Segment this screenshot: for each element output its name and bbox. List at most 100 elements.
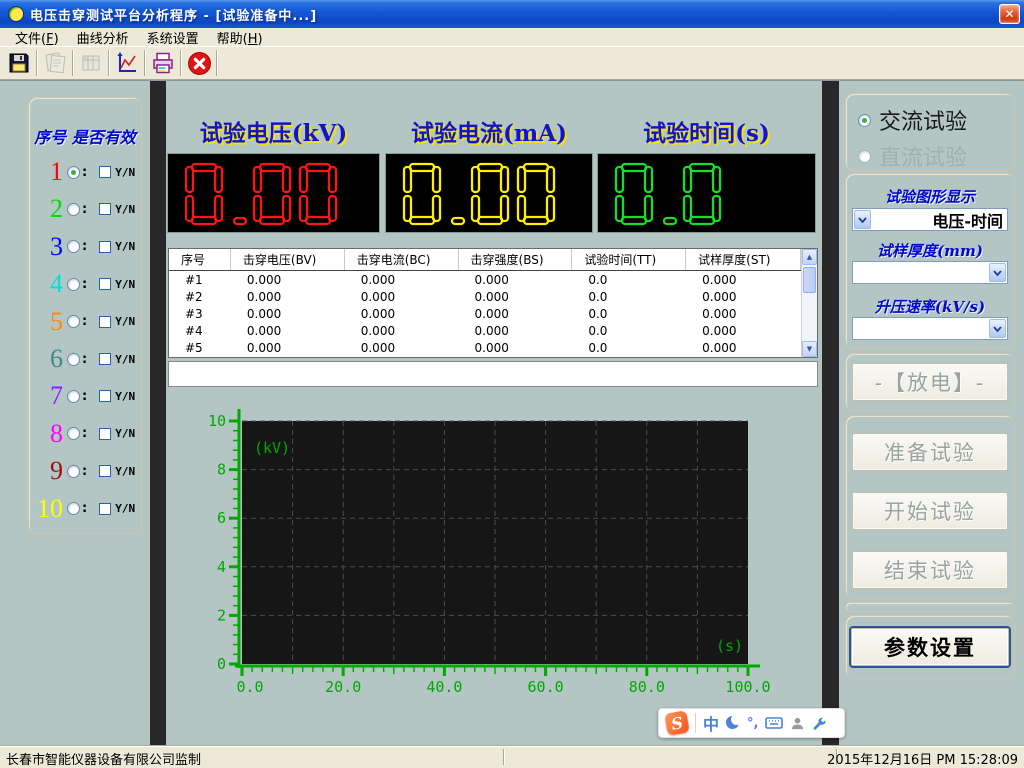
- valid-checkbox-8[interactable]: [99, 428, 111, 440]
- table-cell: 0.000: [231, 307, 345, 321]
- table-cell: #3: [169, 307, 231, 321]
- sequence-radio-5[interactable]: [67, 315, 80, 328]
- valid-checkbox-6[interactable]: [99, 353, 111, 365]
- discharge-group: -【放电】-: [845, 353, 1015, 411]
- table-cell: 0.000: [345, 341, 459, 355]
- colon-label: :: [82, 314, 87, 329]
- ime-toolbar: S 中 °,: [658, 708, 845, 738]
- sequence-radio-7[interactable]: [67, 390, 80, 403]
- yn-label: Y/N: [115, 315, 135, 328]
- scrollbar-thumb[interactable]: [803, 267, 816, 293]
- valid-checkbox-3[interactable]: [99, 241, 111, 253]
- sequence-radio-8[interactable]: [67, 427, 80, 440]
- sequence-radio-2[interactable]: [67, 203, 80, 216]
- colon-label: :: [82, 464, 87, 479]
- stop-icon: [187, 51, 212, 76]
- window-title: 电压击穿测试平台分析程序 - [试验准备中...]: [30, 5, 317, 24]
- param-settings-button[interactable]: 参数设置: [851, 628, 1009, 666]
- sequence-radio-1[interactable]: [67, 166, 80, 179]
- yn-label: Y/N: [115, 278, 135, 291]
- ime-punctuation[interactable]: °,: [747, 716, 758, 731]
- valid-checkbox-10[interactable]: [99, 503, 111, 515]
- graph-display-label: 试验图形显示: [846, 186, 1014, 207]
- ime-keyboard-icon[interactable]: [765, 716, 783, 730]
- end-test-button[interactable]: 结束试验: [852, 551, 1008, 589]
- ramp-rate-combobox[interactable]: [852, 317, 1008, 340]
- sogou-logo-icon[interactable]: S: [664, 710, 689, 735]
- chevron-down-icon[interactable]: [854, 210, 871, 229]
- sequence-row-5: 5:Y/N: [32, 307, 135, 337]
- colon-label: :: [82, 239, 87, 254]
- ime-moon-icon[interactable]: [726, 716, 740, 730]
- valid-checkbox-2[interactable]: [99, 203, 111, 215]
- start-test-button[interactable]: 开始试验: [852, 492, 1008, 530]
- sequence-radio-3[interactable]: [67, 240, 80, 253]
- scroll-down-button[interactable]: ▼: [802, 341, 817, 357]
- table-cell: 0.000: [459, 341, 573, 355]
- menu-item-0[interactable]: 文件(F): [6, 27, 68, 48]
- close-button[interactable]: ✕: [999, 4, 1020, 24]
- sequence-radio-6[interactable]: [67, 353, 80, 366]
- sample-thickness-combobox[interactable]: [852, 261, 1008, 284]
- print-preview-button[interactable]: [40, 49, 70, 78]
- ime-wrench-icon[interactable]: [812, 716, 827, 731]
- sequence-number: 2: [32, 196, 63, 222]
- table-scrollbar[interactable]: ▲ ▼: [801, 249, 817, 357]
- print-icon: [151, 51, 175, 75]
- sequence-row-8: 8:Y/N: [32, 419, 135, 449]
- curve-analysis-button[interactable]: [112, 49, 142, 78]
- divider-strip-right: [822, 81, 839, 745]
- table-cell: 0.000: [231, 290, 345, 304]
- valid-checkbox-9[interactable]: [99, 465, 111, 477]
- status-bar: 长春市智能仪器设备有限公司监制 2015年12月16日 PM 15:28:09: [0, 745, 1024, 768]
- valid-checkbox-7[interactable]: [99, 390, 111, 402]
- ac-test-radio[interactable]: [858, 114, 871, 127]
- prepare-test-button[interactable]: 准备试验: [852, 433, 1008, 471]
- valid-checkbox-1[interactable]: [99, 166, 111, 178]
- chevron-down-icon[interactable]: [989, 319, 1006, 338]
- title-bar: 电压击穿测试平台分析程序 - [试验准备中...] ✕: [0, 0, 1024, 28]
- table-row: #30.0000.0000.0000.00.000: [169, 305, 801, 322]
- test-current-display: [385, 153, 593, 233]
- status-divider: [503, 749, 505, 765]
- sequence-number: 6: [32, 346, 63, 372]
- svg-text:(kV): (kV): [254, 439, 290, 457]
- toolbar-separator: [216, 50, 218, 76]
- ime-user-icon[interactable]: [790, 716, 805, 731]
- table-cell: 0.0: [572, 307, 686, 321]
- sequence-radio-9[interactable]: [67, 465, 80, 478]
- sequence-radio-10[interactable]: [67, 502, 80, 515]
- valid-checkbox-5[interactable]: [99, 316, 111, 328]
- table-cell: 0.0: [572, 290, 686, 304]
- graph-display-combobox[interactable]: 电压-时间: [852, 208, 1008, 231]
- discharge-button[interactable]: -【放电】-: [852, 363, 1008, 401]
- print-preview-icon: [43, 51, 67, 75]
- svg-text:20.0: 20.0: [325, 678, 361, 696]
- save-button[interactable]: [4, 49, 34, 78]
- chevron-down-icon[interactable]: [989, 263, 1006, 282]
- valid-checkbox-4[interactable]: [99, 278, 111, 290]
- table-cell: 0.000: [686, 324, 801, 338]
- menu-item-1[interactable]: 曲线分析: [68, 27, 138, 48]
- test-voltage-label: 试验电压(kV): [167, 114, 380, 148]
- sample-thickness-label: 试样厚度(mm): [846, 240, 1014, 261]
- stop-button[interactable]: [184, 49, 214, 78]
- scroll-up-button[interactable]: ▲: [802, 249, 817, 265]
- scrollbar-track[interactable]: [802, 295, 817, 341]
- menu-item-2[interactable]: 系统设置: [138, 27, 208, 48]
- ac-test-option[interactable]: 交流试验: [858, 104, 967, 136]
- sample-thickness-value: [853, 262, 988, 283]
- print-button[interactable]: [148, 49, 178, 78]
- menu-item-3[interactable]: 帮助(H): [208, 27, 272, 48]
- export-report-button[interactable]: [76, 49, 106, 78]
- column-header: 试样厚度(ST): [686, 249, 801, 270]
- dc-test-option[interactable]: 直流试验: [858, 140, 967, 172]
- sequence-radio-4[interactable]: [67, 278, 80, 291]
- app-window: 电压击穿测试平台分析程序 - [试验准备中...] ✕ 文件(F)曲线分析系统设…: [0, 0, 1024, 768]
- ime-mode-chinese[interactable]: 中: [703, 711, 719, 735]
- param-settings-group: 参数设置: [845, 615, 1015, 679]
- test-control-group: 准备试验 开始试验 结束试验: [845, 415, 1015, 599]
- dc-test-radio[interactable]: [858, 150, 871, 163]
- colon-label: :: [82, 352, 87, 367]
- toolbar-separator: [36, 50, 38, 76]
